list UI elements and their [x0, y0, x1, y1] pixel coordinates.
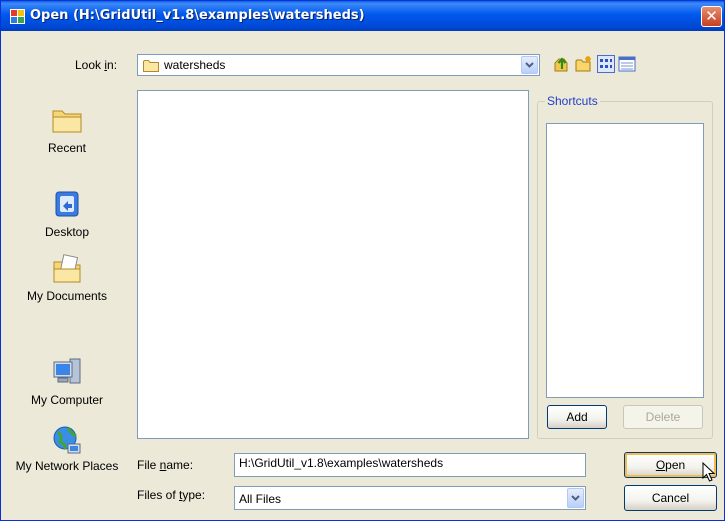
file-type-value: All Files: [239, 492, 282, 506]
close-button[interactable]: ✕: [701, 6, 722, 27]
place-my-computer[interactable]: My Computer: [10, 356, 124, 408]
title-bar[interactable]: Open (H:\GridUtil_v1.8\examples\watershe…: [1, 1, 724, 31]
close-icon: ✕: [705, 7, 718, 25]
folder-icon: [143, 60, 159, 72]
file-name-label: File name:: [137, 458, 194, 472]
place-label: Recent: [47, 141, 87, 155]
cancel-button-label: Cancel: [651, 491, 690, 505]
look-in-combo[interactable]: watersheds: [137, 54, 540, 76]
place-recent[interactable]: Recent: [10, 104, 124, 156]
file-type-label: Files of type:: [137, 488, 206, 502]
look-in-value: watersheds: [164, 58, 226, 72]
my-documents-icon: [53, 254, 81, 283]
place-network-places[interactable]: My Network Places: [10, 424, 124, 474]
cancel-button[interactable]: Cancel: [624, 485, 717, 511]
place-my-documents[interactable]: My Documents: [10, 252, 124, 304]
my-computer-icon: [53, 358, 81, 384]
add-shortcut-label: Add: [566, 410, 588, 424]
place-label: My Computer: [30, 393, 104, 407]
look-in-label: Look in:: [75, 58, 118, 72]
delete-shortcut-label: Delete: [645, 410, 681, 424]
file-type-dropdown-button[interactable]: [567, 488, 584, 508]
network-places-icon: [53, 426, 81, 454]
places-bar: Recent Desktop My Documents My Computer …: [10, 90, 124, 511]
list-view-icon[interactable]: [597, 55, 615, 73]
app-icon: [10, 9, 25, 24]
delete-shortcut-button[interactable]: Delete: [623, 405, 703, 429]
shortcuts-list[interactable]: [546, 123, 704, 398]
desktop-icon: [55, 191, 79, 217]
up-one-level-icon[interactable]: [553, 55, 571, 73]
place-desktop[interactable]: Desktop: [10, 188, 124, 240]
shortcuts-title: Shortcuts: [545, 94, 600, 108]
file-list[interactable]: [137, 90, 529, 439]
open-dialog: Open (H:\GridUtil_v1.8\examples\watershe…: [0, 0, 725, 521]
chevron-down-icon: [571, 495, 580, 501]
new-folder-icon[interactable]: [575, 55, 593, 73]
file-type-combo[interactable]: All Files: [234, 486, 586, 510]
file-name-field[interactable]: [234, 453, 586, 477]
window-title: Open (H:\GridUtil_v1.8\examples\watershe…: [30, 8, 365, 23]
open-button-label: Open: [655, 458, 686, 472]
details-view-icon[interactable]: [618, 55, 636, 73]
recent-folder-icon: [52, 110, 82, 133]
file-name-input[interactable]: [239, 456, 579, 470]
chevron-down-icon: [525, 62, 534, 68]
look-in-dropdown-button[interactable]: [521, 56, 538, 74]
place-label: My Network Places: [15, 459, 119, 473]
mouse-cursor-icon: [702, 462, 716, 482]
add-shortcut-button[interactable]: Add: [547, 405, 607, 429]
place-label: Desktop: [44, 225, 90, 239]
place-label: My Documents: [26, 289, 108, 303]
